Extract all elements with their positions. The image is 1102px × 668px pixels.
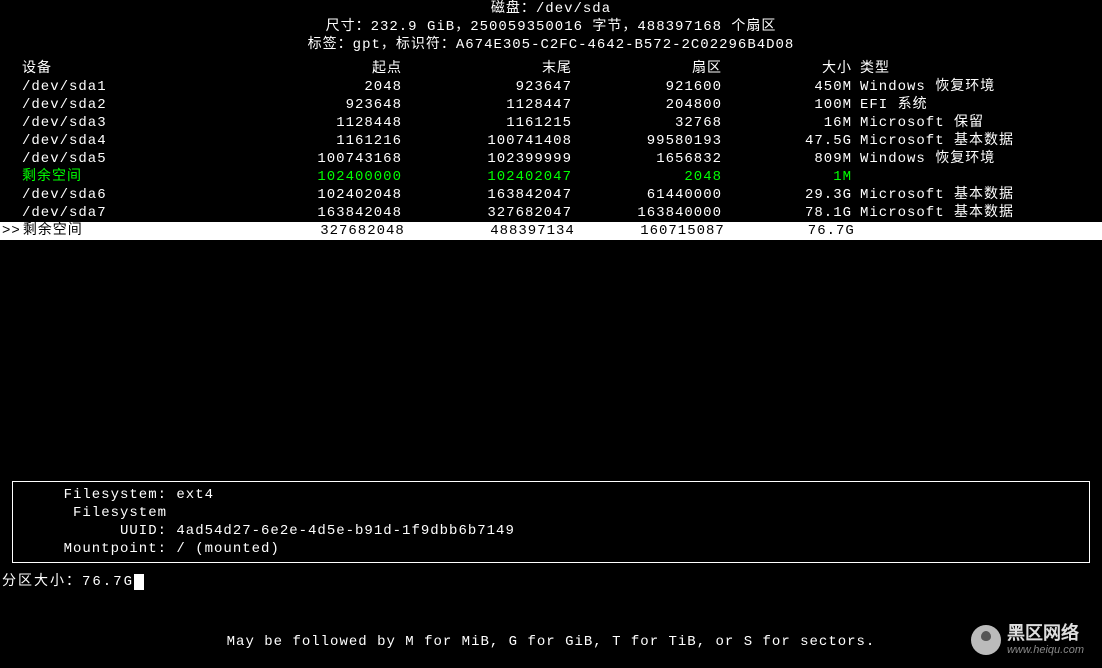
cell-end: 102399999 [402,150,572,168]
table-row[interactable]: /dev/sda716384204832768204716384000078.1… [0,204,1102,222]
cell-sectors: 1656832 [572,150,722,168]
cell-type: Windows 恢复环境 [852,150,1102,168]
partition-size-input-line[interactable]: 分区大小：76.7G [2,570,144,590]
cell-end: 488397134 [405,222,575,240]
cell-type: Windows 恢复环境 [852,78,1102,96]
cell-size: 29.3G [722,186,852,204]
input-value: 76.7G [82,574,134,590]
cell-size: 47.5G [722,132,852,150]
table-row[interactable]: /dev/sda51007431681023999991656832809MWi… [0,150,1102,168]
cell-end: 923647 [402,78,572,96]
cell-type: Microsoft 基本数据 [852,186,1102,204]
cell-size: 1M [722,168,852,186]
cell-device: 剩余空间 [23,222,255,240]
table-row[interactable]: /dev/sda29236481128447204800100MEFI 系统 [0,96,1102,114]
column-sectors: 扇区 [572,60,722,78]
filesystem-info-box: Filesystem: ext4 Filesystem UUID: 4ad54d… [12,481,1090,563]
column-start: 起点 [252,60,402,78]
cell-device: /dev/sda5 [22,150,252,168]
cell-end: 1128447 [402,96,572,114]
mount-label: Mountpoint: [19,540,167,558]
cell-type: Microsoft 保留 [852,114,1102,132]
table-row[interactable]: /dev/sda3112844811612153276816MMicrosoft… [0,114,1102,132]
disk-name-line: 磁盘：/dev/sda [0,0,1102,18]
disk-size-line: 尺寸：232.9 GiB，250059350016 字节，488397168 个… [0,18,1102,36]
watermark-sub: www.heiqu.com [1007,644,1084,656]
mount-row: Mountpoint: / (mounted) [19,540,1083,558]
cell-device: /dev/sda3 [22,114,252,132]
cell-sectors: 32768 [572,114,722,132]
cell-type: Microsoft 基本数据 [852,204,1102,222]
cell-end: 102402047 [402,168,572,186]
fs-row: Filesystem: ext4 [19,486,1083,504]
cell-start: 163842048 [252,204,402,222]
cell-sectors: 160715087 [575,222,725,240]
cell-size: 100M [722,96,852,114]
cell-device: /dev/sda1 [22,78,252,96]
column-size: 大小 [722,60,852,78]
cell-sectors: 99580193 [572,132,722,150]
table-row[interactable]: 剩余空间32768204848839713416071508776.7G [0,222,1102,240]
uuid-label: Filesystem UUID: [19,504,167,540]
table-row[interactable]: /dev/sda61024020481638420476144000029.3G… [0,186,1102,204]
column-type: 类型 [852,60,1102,78]
hint-text: May be followed by M for MiB, G for GiB,… [0,634,1102,650]
cell-end: 163842047 [402,186,572,204]
cell-end: 1161215 [402,114,572,132]
cell-type [855,222,1102,240]
partition-table: 设备 起点 末尾 扇区 大小 类型 /dev/sda12048923647921… [0,60,1102,240]
cell-type: EFI 系统 [852,96,1102,114]
cell-device: /dev/sda4 [22,132,252,150]
cell-start: 1161216 [252,132,402,150]
cell-sectors: 2048 [572,168,722,186]
fs-value: ext4 [176,487,214,503]
cell-end: 327682047 [402,204,572,222]
column-device: 设备 [22,60,252,78]
table-row[interactable]: /dev/sda411612161007414089958019347.5GMi… [0,132,1102,150]
cell-sectors: 921600 [572,78,722,96]
cell-start: 2048 [252,78,402,96]
uuid-value: 4ad54d27-6e2e-4d5e-b91d-1f9dbb6b7149 [176,523,514,539]
cell-start: 102400000 [252,168,402,186]
cell-start: 327682048 [255,222,405,240]
cell-start: 923648 [252,96,402,114]
cell-device: 剩余空间 [22,168,252,186]
cell-start: 100743168 [252,150,402,168]
cell-size: 450M [722,78,852,96]
cell-sectors: 163840000 [572,204,722,222]
cell-sectors: 61440000 [572,186,722,204]
cell-sectors: 204800 [572,96,722,114]
cell-end: 100741408 [402,132,572,150]
table-header-row: 设备 起点 末尾 扇区 大小 类型 [0,60,1102,78]
cell-size: 76.7G [725,222,855,240]
cell-size: 78.1G [722,204,852,222]
table-row[interactable]: /dev/sda12048923647921600450MWindows 恢复环… [0,78,1102,96]
disk-header: 磁盘：/dev/sda 尺寸：232.9 GiB，250059350016 字节… [0,0,1102,54]
cell-type [852,168,1102,186]
cell-device: /dev/sda2 [22,96,252,114]
mushroom-icon [971,625,1001,655]
watermark-main: 黑区网络 [1007,624,1084,644]
watermark: 黑区网络 www.heiqu.com [971,624,1084,656]
cursor-icon [134,574,144,590]
cell-device: /dev/sda7 [22,204,252,222]
uuid-row: Filesystem UUID: 4ad54d27-6e2e-4d5e-b91d… [19,504,1083,540]
input-label: 分区大小： [2,574,82,590]
mount-value: / (mounted) [176,541,279,557]
column-end: 末尾 [402,60,572,78]
cell-size: 809M [722,150,852,168]
cell-type: Microsoft 基本数据 [852,132,1102,150]
cell-start: 102402048 [252,186,402,204]
cell-start: 1128448 [252,114,402,132]
table-row[interactable]: 剩余空间10240000010240204720481M [0,168,1102,186]
cell-device: /dev/sda6 [22,186,252,204]
disk-label-line: 标签：gpt，标识符：A674E305-C2FC-4642-B572-2C022… [0,36,1102,54]
fs-label: Filesystem: [19,486,167,504]
cell-size: 16M [722,114,852,132]
